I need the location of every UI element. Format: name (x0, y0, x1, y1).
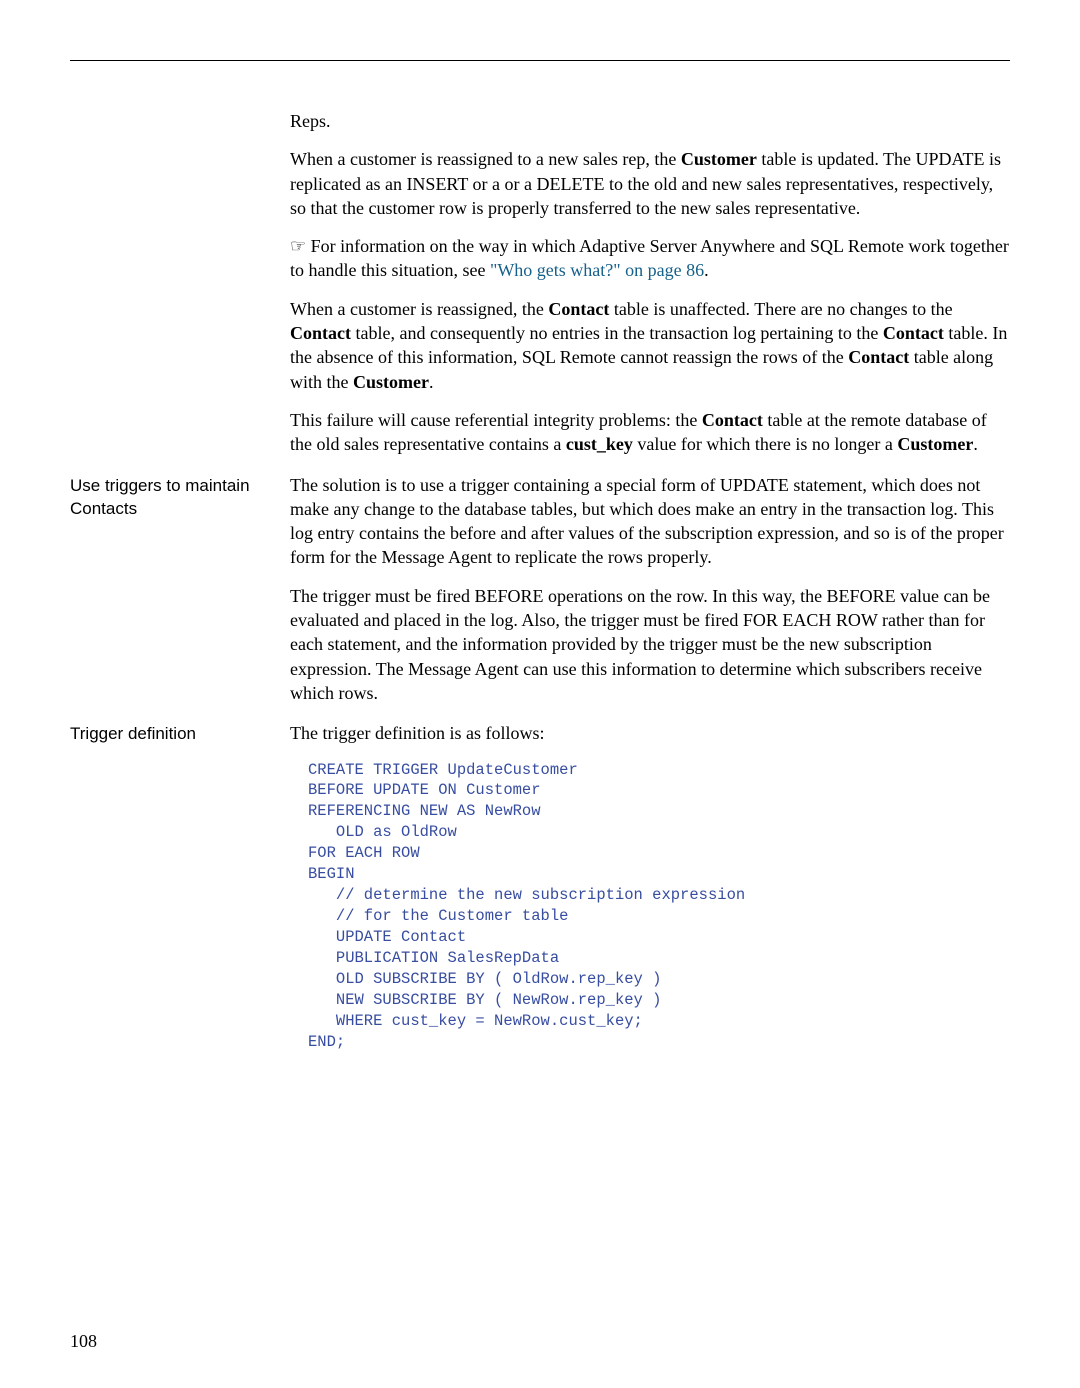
paragraph-link: ☞ For information on the way in which Ad… (290, 234, 1010, 283)
paragraph-reassign: When a customer is reassigned to a new s… (290, 147, 1010, 220)
content-block-2: The solution is to use a trigger contain… (290, 473, 1010, 720)
text: When a customer is reassigned, the (290, 299, 548, 319)
horizontal-rule (70, 60, 1010, 61)
paragraph-solution: The solution is to use a trigger contain… (290, 473, 1010, 570)
bold-contact: Contact (548, 299, 609, 319)
content-block-1: Reps. When a customer is reassigned to a… (290, 109, 1010, 471)
text: When a customer is reassigned to a new s… (290, 149, 681, 169)
paragraph-trigger-def-intro: The trigger definition is as follows: (290, 721, 1010, 745)
text: value for which there is no longer a (633, 434, 897, 454)
sidebar-label-trigger-def: Trigger definition (70, 721, 290, 1052)
content-block-3: The trigger definition is as follows: CR… (290, 721, 1010, 1052)
bold-customer: Customer (897, 434, 973, 454)
cross-reference-link[interactable]: "Who gets what?" on page 86 (490, 260, 704, 280)
text: . (429, 372, 434, 392)
text: table is unaffected. There are no change… (609, 299, 952, 319)
text: table, and consequently no entries in th… (351, 323, 883, 343)
bold-custkey: cust_key (566, 434, 633, 454)
bold-contact: Contact (883, 323, 944, 343)
text: . (973, 434, 978, 454)
bold-contact: Contact (848, 347, 909, 367)
sidebar-label-triggers: Use triggers to maintain Contacts (70, 473, 290, 720)
bold-contact: Contact (290, 323, 351, 343)
paragraph-contact-unaffected: When a customer is reassigned, the Conta… (290, 297, 1010, 394)
page-number: 108 (70, 1331, 97, 1352)
paragraph-failure: This failure will cause referential inte… (290, 408, 1010, 457)
paragraph-reps: Reps. (290, 109, 1010, 133)
code-block-trigger: CREATE TRIGGER UpdateCustomer BEFORE UPD… (308, 760, 1010, 1053)
bold-customer: Customer (681, 149, 757, 169)
text: This failure will cause referential inte… (290, 410, 702, 430)
paragraph-trigger-before: The trigger must be fired BEFORE operati… (290, 584, 1010, 705)
pointer-icon: ☞ (290, 236, 306, 256)
text: . (704, 260, 709, 280)
sidebar-empty (70, 109, 290, 471)
bold-customer: Customer (353, 372, 429, 392)
bold-contact: Contact (702, 410, 763, 430)
